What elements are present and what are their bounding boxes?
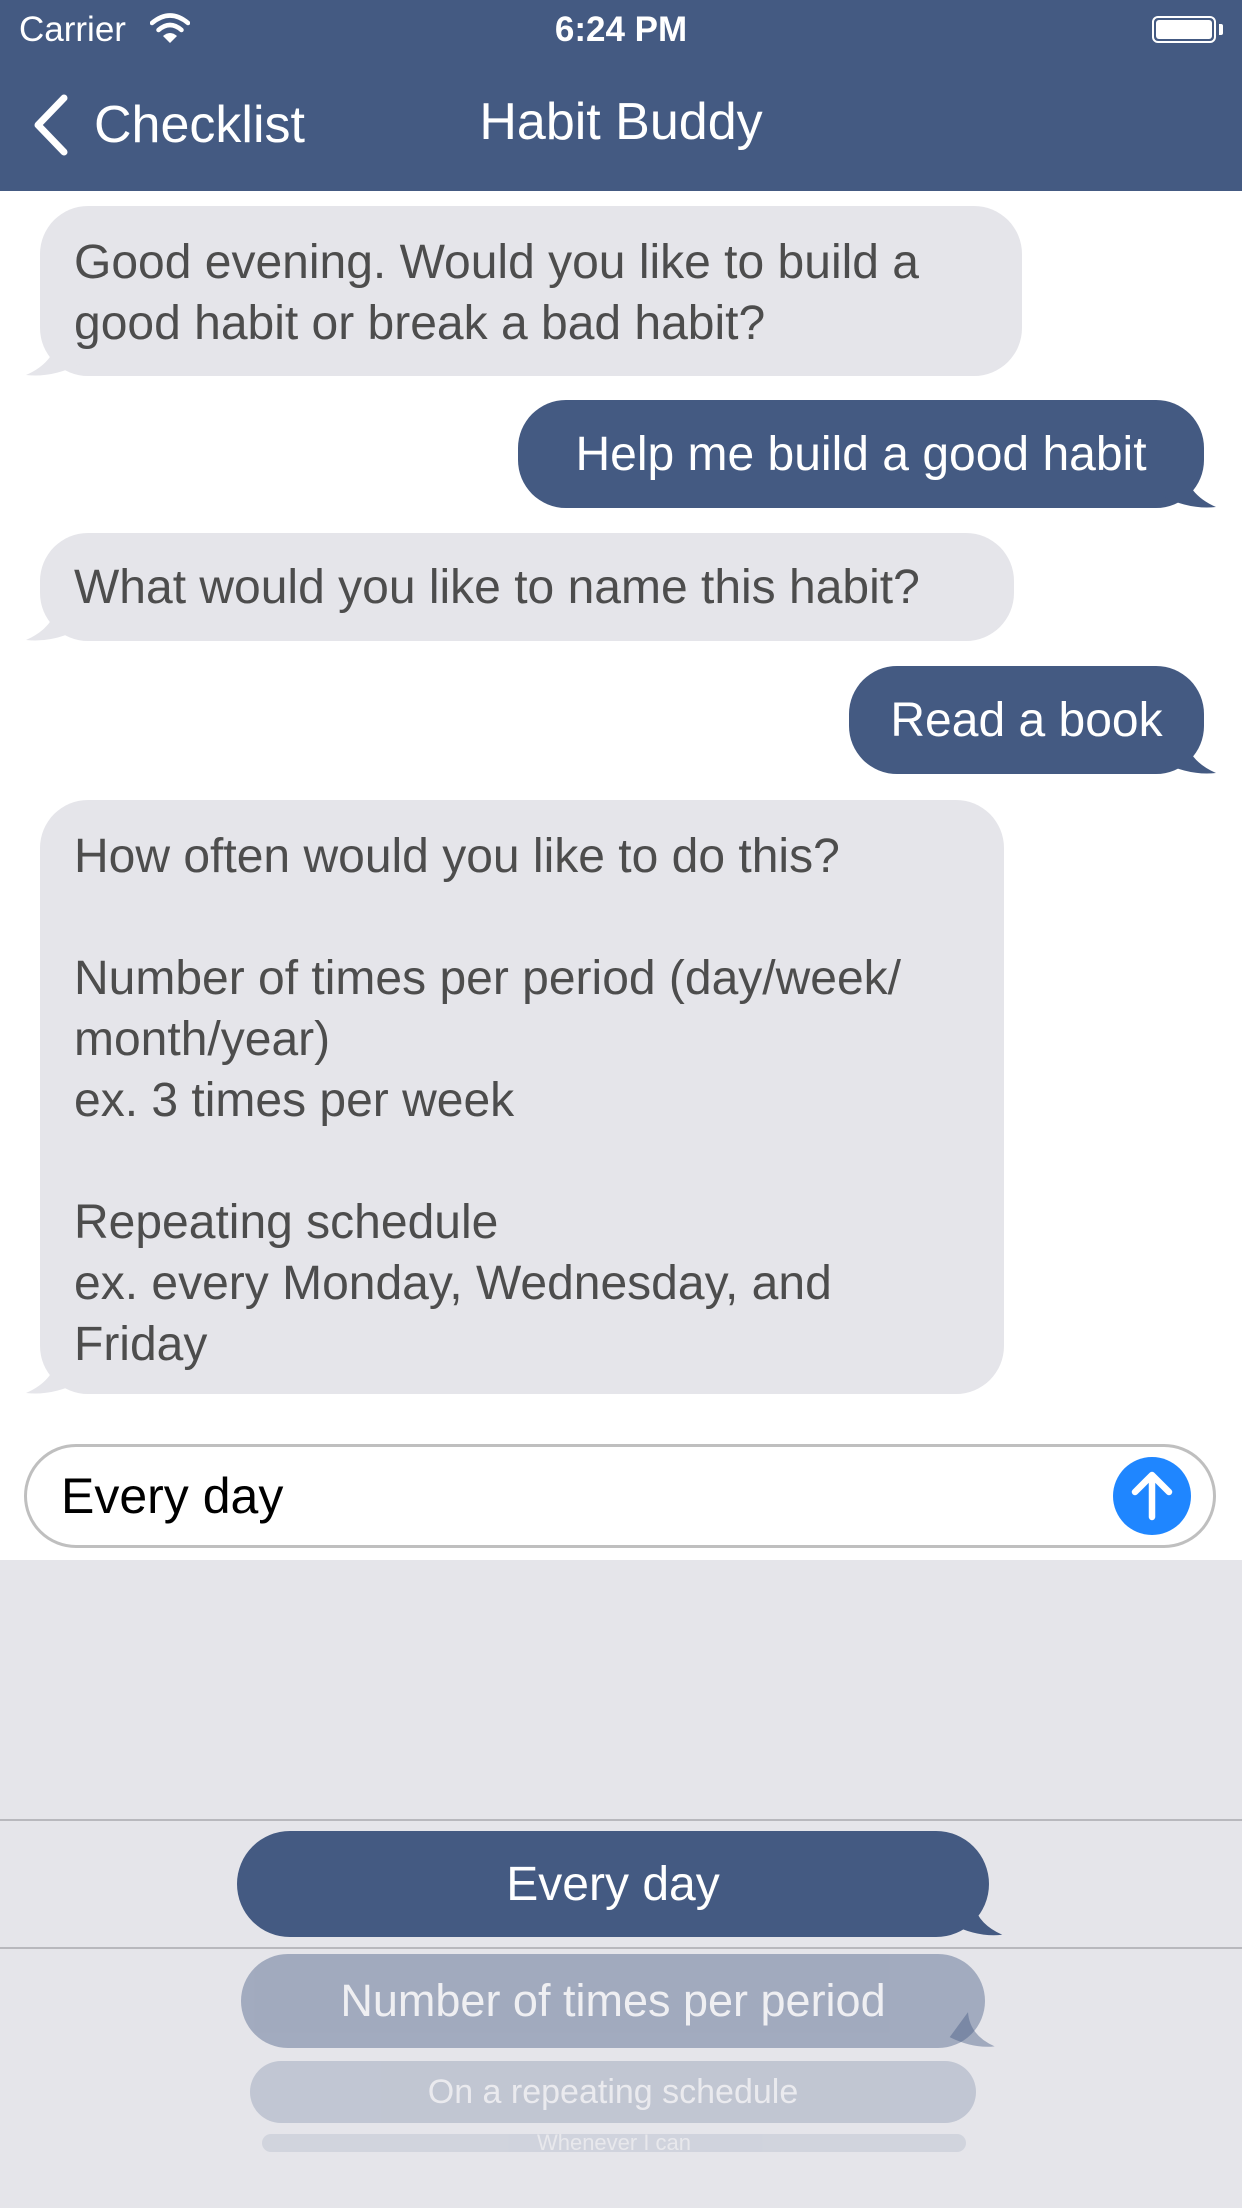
picker-option-every-day[interactable]: Every day bbox=[237, 1831, 989, 1937]
bot-message: How often would you like to do this? Num… bbox=[40, 800, 1004, 1394]
picker-option-whenever[interactable]: Whenever I can bbox=[262, 2134, 966, 2152]
message-text: What would you like to name this habit? bbox=[74, 560, 920, 614]
picker-selection-line-top bbox=[0, 1819, 1242, 1821]
arrow-up-icon bbox=[1131, 1471, 1173, 1521]
navigation-bar: Checklist Habit Buddy bbox=[0, 60, 1242, 191]
status-bar: Carrier 6:24 PM bbox=[0, 0, 1242, 60]
message-text: Help me build a good habit bbox=[575, 427, 1147, 481]
message-text: How often would you like to do this? Num… bbox=[74, 830, 902, 1371]
picker-option-repeating-schedule[interactable]: On a repeating schedule bbox=[250, 2061, 976, 2123]
bubble-tail bbox=[949, 2012, 995, 2047]
message-text: Read a book bbox=[890, 693, 1163, 747]
bot-message: Good evening. Would you like to build a … bbox=[40, 206, 1022, 376]
picker-option-times-per-period[interactable]: Number of times per period bbox=[241, 1954, 985, 2048]
reply-picker[interactable]: Every day Number of times per period On … bbox=[0, 1560, 1242, 2208]
picker-selection-line-bottom bbox=[0, 1947, 1242, 1949]
battery-icon bbox=[1152, 16, 1216, 43]
message-text: Good evening. Would you like to build a … bbox=[74, 236, 919, 350]
picker-option-label: On a repeating schedule bbox=[427, 2072, 799, 2111]
user-message: Help me build a good habit bbox=[518, 400, 1204, 508]
message-composer bbox=[24, 1444, 1216, 1548]
user-message: Read a book bbox=[849, 666, 1204, 774]
send-button[interactable] bbox=[1113, 1457, 1191, 1535]
page-title: Habit Buddy bbox=[479, 93, 763, 151]
status-time: 6:24 PM bbox=[554, 10, 688, 49]
bubble-tail bbox=[26, 1352, 80, 1394]
bot-message: What would you like to name this habit? bbox=[40, 533, 1014, 641]
bubble-tail bbox=[26, 599, 80, 641]
picker-option-label: Number of times per period bbox=[340, 1975, 886, 2026]
picker-option-label: Every day bbox=[506, 1857, 720, 1911]
bubble-tail bbox=[1162, 732, 1216, 774]
bubble-tail bbox=[951, 1896, 1003, 1936]
battery-tip bbox=[1219, 24, 1223, 35]
bubble-tail bbox=[26, 334, 80, 376]
message-input[interactable] bbox=[61, 1447, 1081, 1545]
bubble-tail bbox=[1162, 466, 1216, 508]
picker-option-label: Whenever I can bbox=[536, 2134, 692, 2152]
